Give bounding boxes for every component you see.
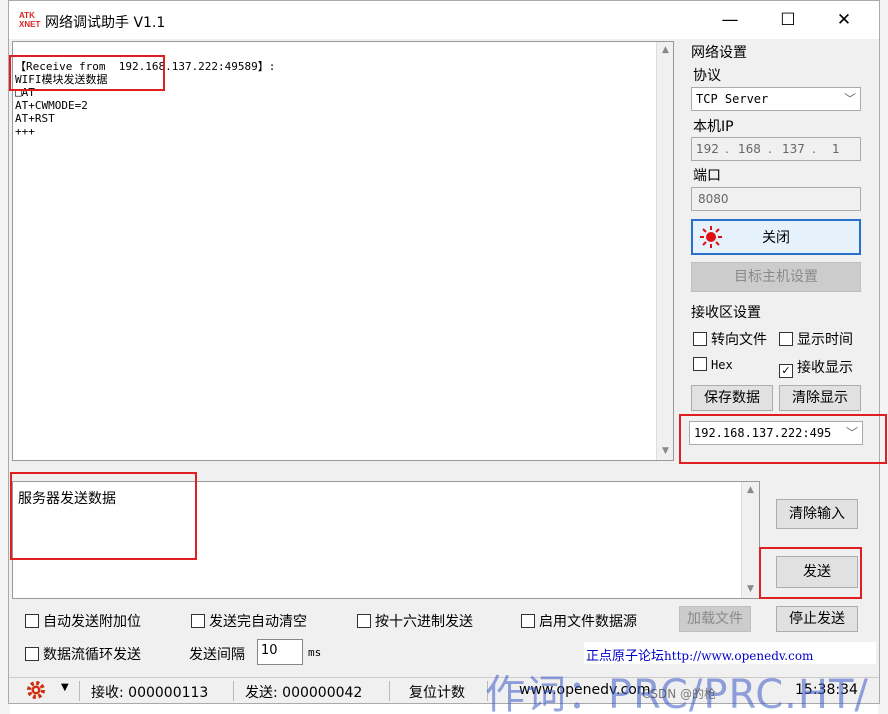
- hex-display-checkbox[interactable]: Hex: [693, 357, 733, 372]
- receive-scrollbar[interactable]: ▲ ▼: [656, 42, 673, 460]
- clear-input-button[interactable]: 清除输入: [776, 499, 858, 529]
- client-select-value: 192.168.137.222:495: [694, 426, 832, 440]
- file-source-checkbox[interactable]: 启用文件数据源: [521, 611, 637, 631]
- hex-send-checkbox[interactable]: 按十六进制发送: [357, 611, 473, 631]
- menu-dropdown-icon[interactable]: ▼: [61, 682, 69, 693]
- receive-text: 【Receive from 192.168.137.222:49589】: WI…: [15, 60, 276, 138]
- send-count: 发送: 000000042: [245, 685, 363, 701]
- client-select[interactable]: 192.168.137.222:495 ﹀: [689, 421, 863, 445]
- interval-unit-label: ms: [308, 646, 322, 659]
- send-interval-input[interactable]: 10: [257, 639, 303, 665]
- receive-settings-title: 接收区设置: [691, 305, 761, 321]
- protocol-value: TCP Server: [696, 92, 769, 106]
- minimize-button[interactable]: —: [707, 5, 753, 35]
- network-settings-title: 网络设置: [691, 45, 747, 61]
- local-ip-label: 本机IP: [693, 119, 734, 135]
- load-file-button[interactable]: 加载文件: [679, 606, 751, 632]
- scroll-down-icon[interactable]: ▼: [742, 581, 759, 598]
- ip-octet-1: 192: [696, 142, 719, 156]
- csdn-watermark: CSDN @的枪: [642, 687, 717, 701]
- close-window-button[interactable]: ✕: [821, 5, 867, 35]
- settings-panel: 网络设置 协议 TCP Server ﹀ 本机IP 192 . 168 . 13…: [681, 41, 877, 461]
- redirect-file-label: 转向文件: [711, 332, 767, 348]
- scroll-up-icon[interactable]: ▲: [657, 42, 674, 59]
- protocol-select[interactable]: TCP Server ﹀: [691, 87, 861, 111]
- show-time-label: 显示时间: [797, 332, 853, 348]
- connection-status-icon: [699, 225, 723, 249]
- loop-send-label: 数据流循环发送: [43, 647, 141, 663]
- send-text: 服务器发送数据: [18, 491, 116, 507]
- chevron-down-icon: ﹀: [843, 92, 856, 106]
- receive-display-checkbox[interactable]: ✓ 接收显示: [779, 357, 853, 378]
- window-title: 网络调试助手 V1.1: [45, 15, 166, 31]
- send-interval-label: 发送间隔: [189, 647, 245, 663]
- clear-display-button[interactable]: 清除显示: [779, 385, 861, 411]
- chevron-down-icon: ﹀: [845, 426, 858, 440]
- show-time-checkbox[interactable]: 显示时间: [779, 329, 853, 349]
- close-button-label: 关闭: [762, 230, 790, 246]
- port-label: 端口: [693, 168, 721, 184]
- close-connection-button[interactable]: 关闭: [691, 219, 861, 255]
- auto-clear-checkbox[interactable]: 发送完自动清空: [191, 611, 307, 631]
- receive-display-label: 接收显示: [797, 360, 853, 376]
- send-area[interactable]: 服务器发送数据 ▲ ▼: [12, 481, 760, 599]
- app-logo-icon: ATK XNET: [19, 11, 41, 29]
- hex-label: Hex: [711, 358, 733, 372]
- protocol-label: 协议: [693, 68, 721, 84]
- title-bar: ATK XNET 网络调试助手 V1.1 — ☐ ✕: [9, 1, 879, 39]
- app-window: ATK XNET 网络调试助手 V1.1 — ☐ ✕ 【Receive from …: [8, 0, 887, 705]
- ip-octet-4: 1: [832, 142, 840, 156]
- receive-count: 接收: 000000113: [91, 685, 209, 701]
- file-source-label: 启用文件数据源: [539, 614, 637, 630]
- gear-icon[interactable]: [25, 679, 47, 705]
- maximize-button[interactable]: ☐: [765, 5, 811, 35]
- hex-send-label: 按十六进制发送: [375, 614, 473, 630]
- port-field[interactable]: 8080: [691, 187, 861, 211]
- send-button[interactable]: 发送: [776, 556, 858, 588]
- scroll-down-icon[interactable]: ▼: [657, 443, 674, 460]
- auto-append-label: 自动发送附加位: [43, 614, 141, 630]
- ip-octet-3: 137: [782, 142, 805, 156]
- loop-send-checkbox[interactable]: 数据流循环发送: [25, 644, 141, 664]
- send-scrollbar[interactable]: ▲ ▼: [741, 482, 759, 598]
- redirect-file-checkbox[interactable]: 转向文件: [693, 329, 767, 349]
- save-data-button[interactable]: 保存数据: [691, 385, 773, 411]
- stop-send-button[interactable]: 停止发送: [776, 606, 858, 632]
- receive-area[interactable]: 【Receive from 192.168.137.222:49589】: WI…: [12, 41, 674, 461]
- local-ip-field[interactable]: 192 . 168 . 137 . 1: [691, 137, 861, 161]
- reset-count-button[interactable]: 复位计数: [409, 682, 465, 702]
- ip-octet-2: 168: [738, 142, 761, 156]
- auto-append-checkbox[interactable]: 自动发送附加位: [25, 611, 141, 631]
- scroll-up-icon[interactable]: ▲: [742, 482, 759, 499]
- target-host-settings-button[interactable]: 目标主机设置: [691, 262, 861, 292]
- auto-clear-label: 发送完自动清空: [209, 614, 307, 630]
- forum-url: http://www.openedv.com: [664, 649, 814, 663]
